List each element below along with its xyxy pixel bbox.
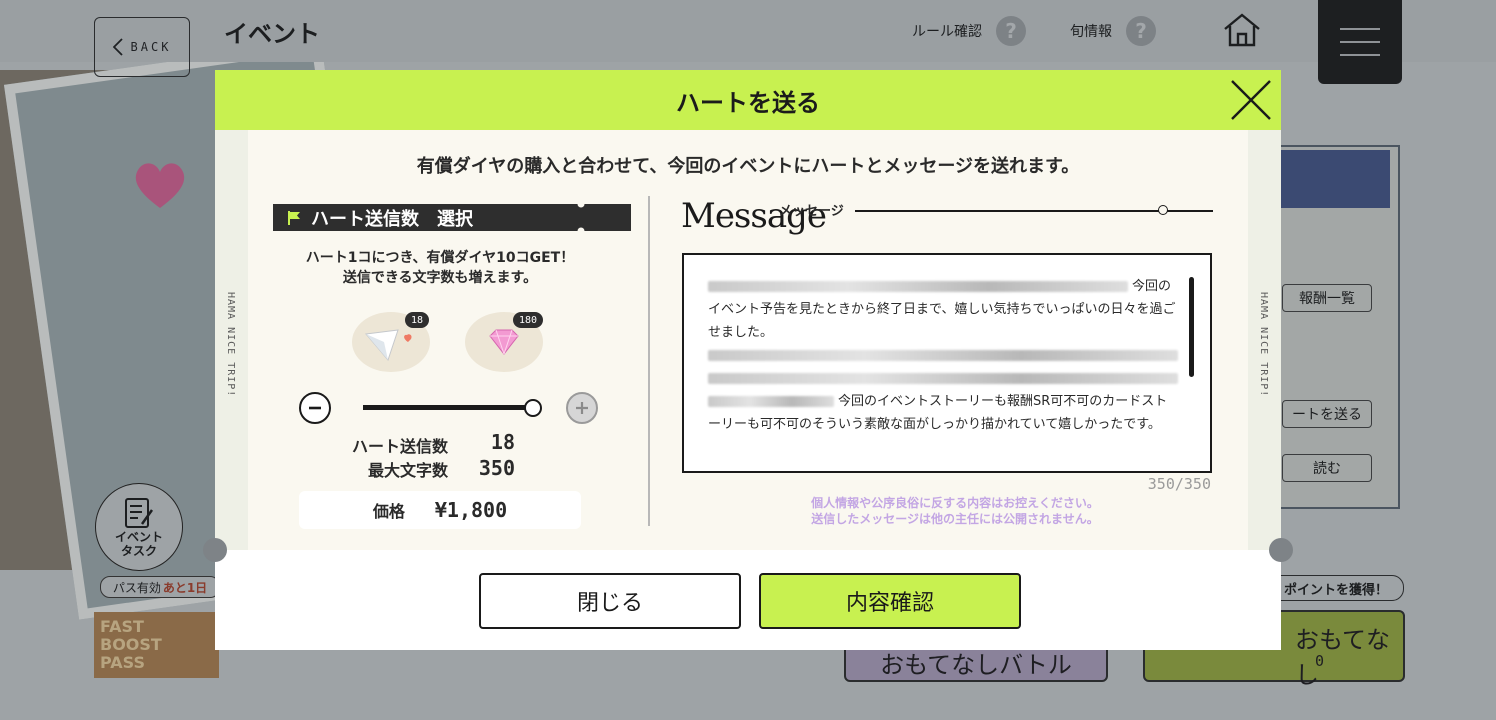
plus-icon (576, 402, 588, 414)
selection-desc-line1: ハート1コにつき、有償ダイヤ10コGET！ (305, 250, 575, 266)
dialog-header: ハートを送る (215, 70, 1281, 130)
page-title: イベント (224, 20, 320, 48)
selection-desc-line2: 送信できる文字数も増えます。 (342, 270, 538, 286)
help-icon: ? (1126, 16, 1156, 46)
side-tag-right: HAMA NICE TRIP! (1258, 292, 1269, 398)
price-label: 価格 (372, 502, 405, 521)
decrease-button[interactable] (299, 392, 331, 424)
checklist-icon (125, 498, 154, 528)
send-count-value: 18 (490, 430, 515, 454)
redacted-text (708, 396, 834, 407)
message-text-part2: イベント予告を見たときから終了日まで、嬉しい気持ちでいっぱいの日々を過ごせました… (708, 302, 1176, 340)
price-value: ¥1,800 (434, 498, 508, 522)
message-notes: 個人情報や公序良俗に反する内容はお控えください。 送信したメッセージは他の主任に… (735, 495, 1175, 527)
message-rule-knob (1158, 205, 1168, 215)
confirm-button[interactable]: 内容確認 (759, 573, 1021, 629)
season-info-link[interactable]: 旬情報 ? (1070, 16, 1156, 46)
send-heart-dialog: ハートを送る HAMA NICE TRIP! HAMA NICE TRIP! 有… (203, 70, 1293, 650)
diamond-count-badge: 180 (513, 312, 544, 328)
rule-label: ルール確認 (912, 24, 982, 40)
selection-header: ハート送信数 選択 (273, 204, 631, 231)
send-count-label: ハート送信数 (351, 437, 448, 456)
send-heart-side-button[interactable]: ートを送る (1282, 400, 1372, 428)
points-label: ポイントを獲得！ (1268, 575, 1404, 601)
char-counter: 350/350 (1147, 475, 1211, 493)
event-side-panel-header (1280, 150, 1390, 208)
message-scrollbar[interactable] (1189, 277, 1194, 377)
redacted-text (708, 350, 1178, 361)
omotenashi-label: おもてなし (1295, 626, 1391, 689)
chevron-left-icon (112, 38, 123, 56)
close-icon[interactable] (1229, 78, 1273, 122)
pass-status: パス有効 あと1日 (100, 576, 220, 598)
message-text-part1: 今回の (1132, 279, 1172, 294)
ticket-notch-left (203, 538, 227, 562)
close-button[interactable]: 閉じる (479, 573, 741, 629)
season-label: 旬情報 (1070, 24, 1112, 40)
message-text: 今回の イベント予告を見たときから終了日まで、嬉しい気持ちでいっぱいの日々を過ご… (708, 275, 1180, 436)
selection-title: ハート送信数 選択 (311, 208, 473, 230)
omotenashi-count: 0 (1315, 652, 1325, 670)
price-box: 価格 ¥1,800 (299, 491, 581, 529)
ticket-clip-icon (577, 204, 585, 231)
event-task-button[interactable]: イベント タスク (95, 483, 183, 571)
dialog-title: ハートを送る (676, 88, 820, 117)
note-line-1: 個人情報や公序良俗に反する内容はお控えください。 (811, 496, 1099, 510)
back-label: BACK (130, 40, 172, 54)
selection-description: ハート1コにつき、有償ダイヤ10コGET！ 送信できる文字数も増えます。 (273, 248, 607, 288)
back-button[interactable]: BACK (94, 17, 190, 77)
menu-button[interactable] (1318, 0, 1402, 84)
minus-icon (309, 406, 321, 410)
side-tag-left: HAMA NICE TRIP! (225, 292, 236, 398)
help-icon: ? (996, 16, 1026, 46)
battle-label: おもてなしバトル (880, 651, 1072, 679)
increase-button[interactable] (566, 392, 598, 424)
read-button[interactable]: 読む (1282, 454, 1372, 482)
fast-boost-label: FAST BOOST PASS (100, 617, 162, 672)
heart-icon (135, 163, 185, 208)
message-input[interactable]: 今回の イベント予告を見たときから終了日まで、嬉しい気持ちでいっぱいの日々を過ご… (682, 253, 1212, 473)
event-task-label-1: イベント (114, 530, 163, 544)
message-subtitle: メッセージ (779, 204, 844, 219)
pass-remaining: あと1日 (162, 580, 208, 595)
redacted-text (708, 281, 1128, 292)
ticket-notch-right (1269, 538, 1293, 562)
fast-boost-pass-banner[interactable]: FAST BOOST PASS (94, 612, 219, 678)
slider-thumb[interactable] (524, 399, 542, 417)
home-icon[interactable] (1222, 12, 1262, 48)
rule-link[interactable]: ルール確認 ? (912, 16, 1026, 46)
flag-icon (288, 210, 300, 225)
pass-label: パス有効 (112, 580, 161, 595)
heart-count-slider[interactable] (363, 405, 531, 410)
dialog-lead-text: 有償ダイヤの購入と合わせて、今回のイベントにハートとメッセージを送れます。 (416, 156, 1080, 177)
heart-count-badge: 18 (405, 312, 430, 328)
max-chars-value: 350 (478, 456, 515, 480)
column-divider (648, 196, 650, 526)
rewards-list-button[interactable]: 報酬一覧 (1282, 284, 1372, 312)
redacted-text (708, 373, 1178, 384)
note-line-2: 送信したメッセージは他の主任には公開されません。 (811, 512, 1099, 526)
event-task-label-2: タスク (120, 544, 157, 558)
max-chars-label: 最大文字数 (367, 461, 448, 480)
